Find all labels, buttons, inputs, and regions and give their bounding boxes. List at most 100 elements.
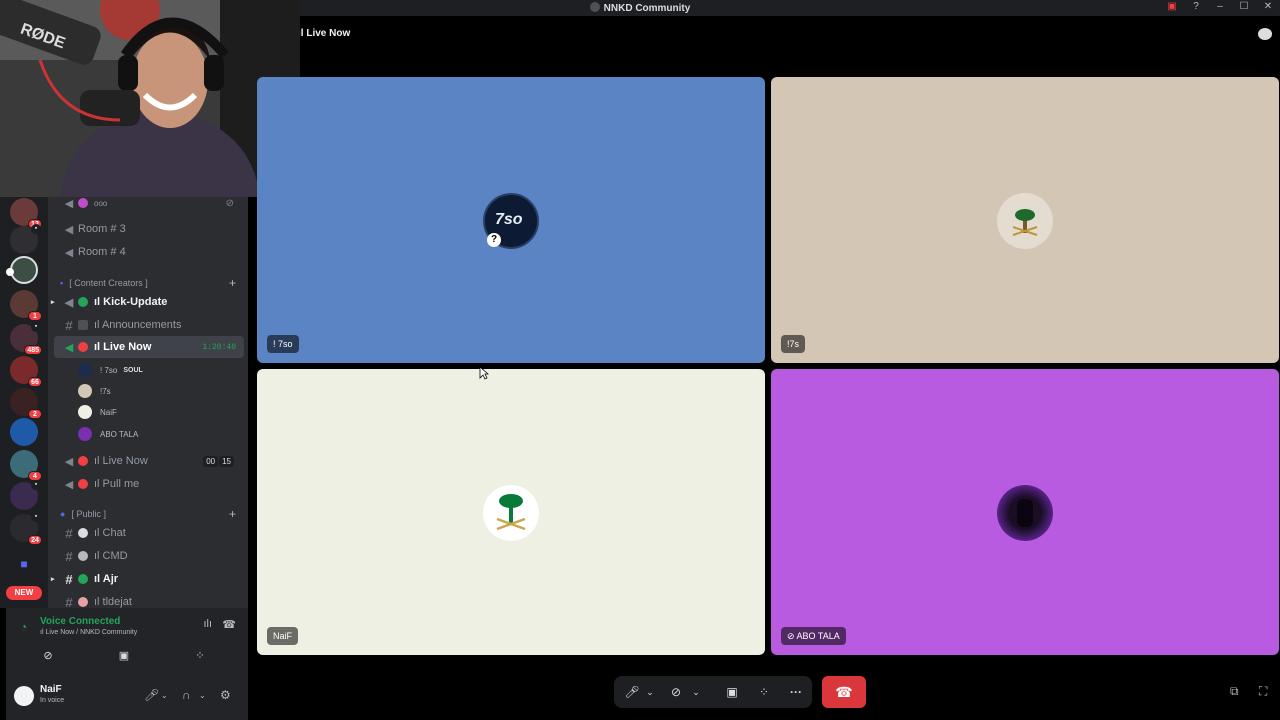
speaker-icon: ▪ — [31, 322, 41, 332]
channel-voice-room-4[interactable]: ◀ Room # 4 — [54, 241, 244, 263]
chat-icon[interactable] — [1258, 28, 1272, 40]
unread-indicator: ▸ — [51, 299, 55, 306]
chevron-down-icon[interactable]: ⌄ — [644, 676, 656, 708]
disconnect-icon[interactable]: ☎ — [222, 618, 236, 631]
chevron-down-icon[interactable]: ⌄ — [199, 691, 206, 700]
channel-live-now-2[interactable]: ◀ ıl Live Now 00 15 — [54, 450, 244, 472]
hangup-icon: ☎ — [835, 684, 853, 700]
channel-live-now-selected[interactable]: ◀ ıl Live Now 1:20:40 — [54, 336, 244, 358]
server-icon[interactable]: ▪ — [10, 224, 41, 254]
help-icon: ? — [487, 233, 501, 247]
mic-icon[interactable]: 🎤︎ — [144, 688, 159, 702]
channel-ajr[interactable]: ▸ # ıl Ajr — [51, 568, 244, 590]
channel-voice-ooo[interactable]: ◀ ooo ⊘ — [54, 196, 244, 214]
folder-icon[interactable]: ■ — [10, 550, 38, 578]
voice-user-7so[interactable]: ! 7so SOUL — [78, 360, 143, 380]
discord-icon — [589, 2, 600, 12]
headphones-icon[interactable]: ∩ — [182, 688, 191, 702]
voice-location[interactable]: ıl Live Now / NNKD Community — [40, 629, 137, 636]
palm-emblem-icon — [1012, 209, 1038, 236]
call-controls: 🎤︎ ⌄ ⊘ ⌄ ▣ ⁘ ··· — [614, 676, 812, 708]
channel-pull-me[interactable]: ◀ ıl Pull me — [54, 473, 244, 495]
close-button[interactable]: ✕ — [1260, 1, 1276, 12]
server-icon[interactable]: 66 — [10, 356, 42, 387]
voice-status[interactable]: Voice Connected — [40, 616, 120, 627]
new-badge[interactable]: NEW — [6, 586, 42, 600]
chevron-down-icon[interactable]: ⌄ — [690, 676, 702, 708]
fullscreen-icon[interactable]: ⛶ — [1259, 684, 1267, 699]
hashtag-icon: # — [65, 548, 73, 564]
server-icon[interactable]: 2 — [10, 388, 42, 419]
video-tile-abo-tala[interactable]: ⊘ ABO TALA — [771, 369, 1279, 655]
screen-share-icon[interactable]: ▣ — [722, 676, 742, 708]
server-icon[interactable]: 12 — [10, 198, 42, 229]
settings-icon[interactable]: ⚙ — [220, 688, 231, 702]
video-tile-naif[interactable]: NaiF — [257, 369, 765, 655]
add-channel-icon[interactable]: + — [229, 276, 236, 290]
video-tile-7so[interactable]: 7so ? ! 7so — [257, 77, 765, 363]
mouse-cursor — [479, 366, 489, 380]
speaker-icon: ◀ — [64, 223, 74, 236]
hangup-button[interactable]: ☎ — [822, 676, 866, 708]
voice-user-naif[interactable]: NaiF — [78, 402, 117, 422]
server-icon[interactable]: 4 — [10, 450, 42, 481]
channel-kick-update[interactable]: ▸ ◀ ıl Kick-Update — [51, 291, 244, 313]
user-limit: 00 15 — [202, 455, 234, 467]
category-content-creators[interactable]: ▪ [ Content Creators ] + — [60, 274, 244, 292]
camera-off-button[interactable]: ⊘ — [12, 646, 84, 666]
avatar[interactable] — [14, 686, 34, 706]
globe-icon: ● — [60, 509, 66, 519]
window-controls: ▣ ? – ☐ ✕ — [1164, 1, 1276, 12]
speaker-icon: ◀ — [64, 197, 74, 210]
add-channel-icon[interactable]: + — [229, 507, 236, 521]
user-name[interactable]: NaiF — [40, 684, 62, 695]
server-icon[interactable] — [10, 418, 38, 446]
speaker-icon: ▪ — [31, 224, 41, 234]
voice-user-abo-tala[interactable]: ABO TALA ⊘ — [78, 424, 248, 444]
signal-icon: ◔ — [20, 620, 28, 634]
category-icon: ▪ — [60, 278, 64, 288]
channel-announcements[interactable]: # ıl Announcements — [54, 314, 244, 336]
selected-indicator — [6, 268, 14, 276]
channel-emoji-icon — [78, 320, 88, 330]
activity-icon[interactable]: ⁘ — [754, 676, 774, 708]
mention-badge: 66 — [28, 377, 42, 387]
more-icon[interactable]: ··· — [786, 676, 806, 708]
channel-cmd[interactable]: # ıl CMD — [54, 545, 244, 567]
channel-voice-room-3[interactable]: ◀ Room # 3 — [54, 218, 244, 240]
channel-header-title: ıl Live Now — [298, 28, 351, 39]
palm-emblem-icon — [496, 494, 526, 531]
chevron-down-icon[interactable]: ⌄ — [161, 691, 168, 700]
server-icon[interactable]: 1 — [10, 290, 42, 321]
plant-icon — [78, 574, 88, 584]
popout-icon[interactable]: ⧉ — [1230, 684, 1239, 699]
mention-badge: 1 — [28, 311, 42, 321]
category-public[interactable]: ● [ Public ] + — [60, 505, 244, 523]
gear-icon — [78, 551, 88, 561]
server-icon[interactable]: ▪ 24 — [10, 512, 42, 545]
minimize-button[interactable]: – — [1212, 1, 1228, 12]
server-icon[interactable]: ▪ 485 — [10, 322, 42, 355]
mention-badge: 2 — [28, 409, 42, 419]
maximize-button[interactable]: ☐ — [1236, 1, 1252, 12]
display-icon[interactable]: ▣ — [1164, 1, 1180, 12]
avatar — [78, 427, 92, 441]
user-panel: NaiF In voice 🎤︎ ⌄ ∩ ⌄ ⚙ — [6, 680, 248, 720]
server-icon-nnkd[interactable] — [6, 256, 38, 284]
noise-suppression-icon[interactable]: ılı — [203, 618, 212, 630]
discord-icon — [78, 198, 88, 208]
avatar — [483, 485, 539, 541]
camera-off-icon[interactable]: ⊘ — [666, 676, 686, 708]
screen-share-button[interactable]: ▣ — [88, 646, 160, 666]
channel-tldejat[interactable]: # ıl tldejat — [54, 591, 244, 609]
avatar — [997, 193, 1053, 249]
avatar — [78, 405, 92, 419]
server-icon[interactable]: ▪ — [10, 480, 41, 510]
video-tile-7s[interactable]: !7s — [771, 77, 1279, 363]
channel-chat[interactable]: # ıl Chat — [54, 522, 244, 544]
voice-user-7s[interactable]: !7s — [78, 381, 111, 401]
mic-icon[interactable]: 🎤︎ — [622, 676, 642, 708]
speaker-icon: ▪ — [31, 480, 41, 490]
activity-button[interactable]: ⁘ — [164, 646, 236, 666]
help-icon[interactable]: ? — [1188, 1, 1204, 12]
